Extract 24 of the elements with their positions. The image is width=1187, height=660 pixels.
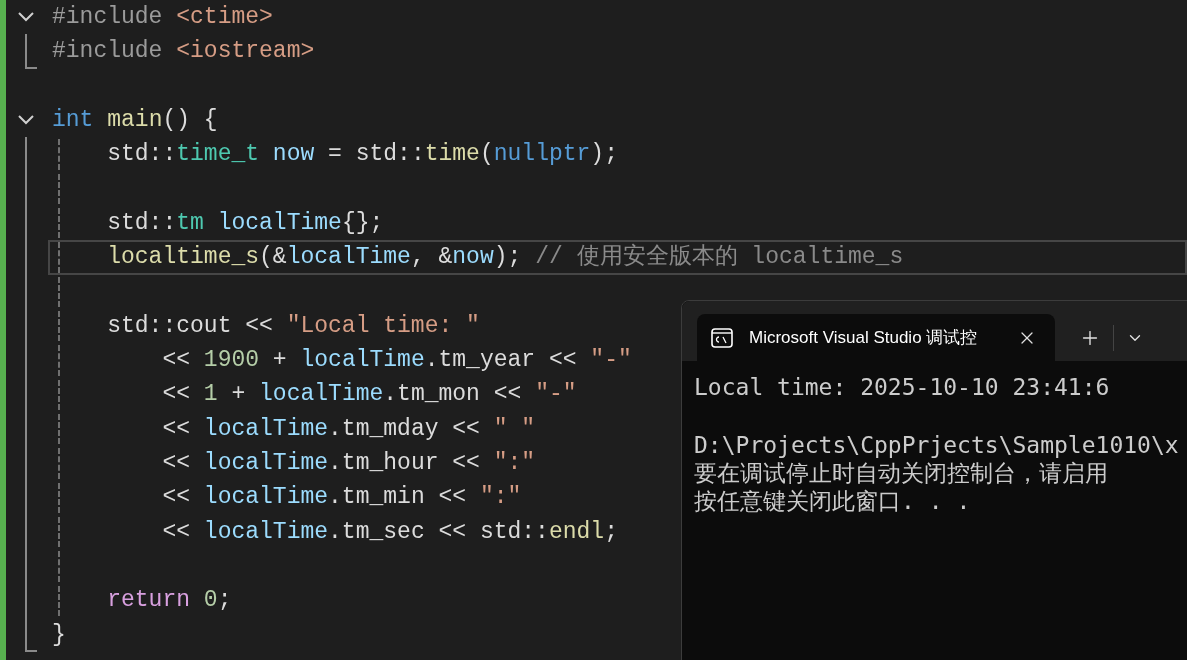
code-line: #include <iostream>	[52, 40, 315, 63]
console-line: D:\Projects\CppPrjects\Sample1010\x	[694, 431, 1180, 459]
console-line: 按任意键关闭此窗口. . .	[694, 487, 972, 515]
code-line: return 0;	[106, 589, 232, 613]
console-tab[interactable]: Microsoft Visual Studio 调试控	[697, 314, 1055, 361]
code-line: << localTime.tm_mday << " "	[161, 417, 536, 441]
collapse-icon[interactable]	[17, 11, 35, 24]
code-line: << localTime.tm_sec << std::endl;	[161, 520, 618, 544]
code-line: #include <ctime>	[52, 5, 273, 29]
code-line: int main() {	[52, 108, 218, 132]
code-line: std::cout << "Local time: "	[106, 314, 480, 338]
console-line: Local time: 2025-10-10 23:41:6	[694, 373, 1111, 401]
code-line: << localTime.tm_min << ":"	[161, 486, 522, 510]
code-line: }	[52, 623, 66, 647]
code-line: localtime_s(&localTime, &now); // 使用安全版本的 localtime_s	[106, 245, 904, 269]
code-line: << localTime.tm_hour << ":"	[161, 451, 536, 475]
tab-title: Microsoft Visual Studio 调试控	[749, 326, 979, 349]
code-line: std::tm localTime{};	[106, 211, 384, 235]
terminal-icon	[711, 327, 733, 348]
code-line: << 1900 + localTime.tm_year << "-"	[161, 348, 632, 372]
console-line: 要在调试停止时自动关闭控制台，请启用	[694, 459, 1109, 487]
code-line: << 1 + localTime.tm_mon << "-"	[161, 383, 577, 407]
collapse-icon[interactable]	[17, 114, 35, 127]
code-line: std::time_t now = std::time(nullptr);	[106, 142, 618, 166]
